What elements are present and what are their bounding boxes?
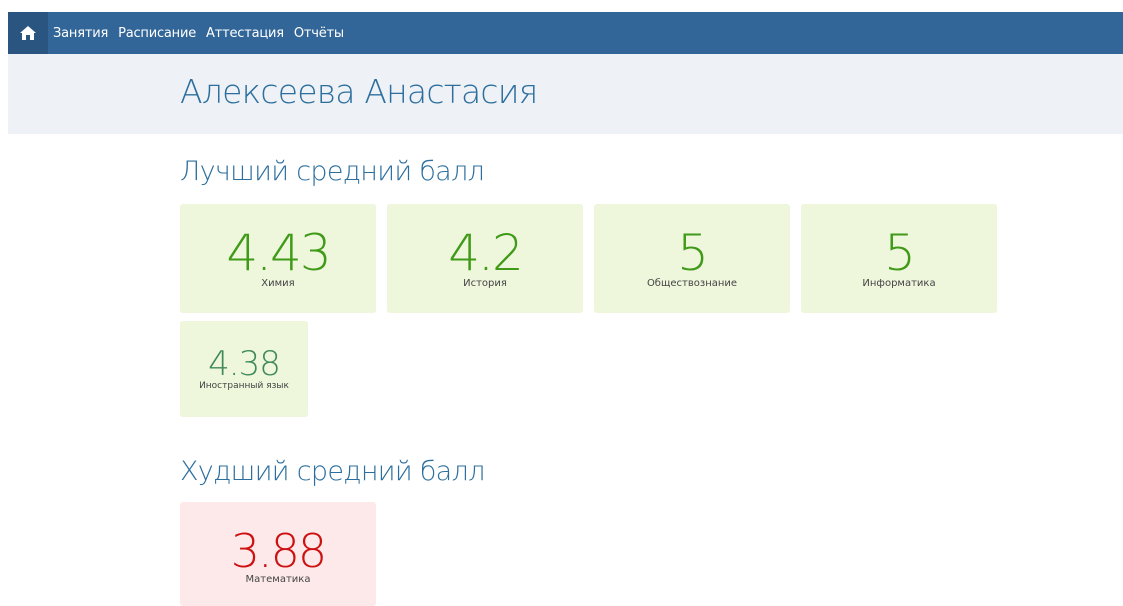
subject-label: Обществознание — [646, 278, 738, 289]
subject-label: Иностранный язык — [199, 381, 289, 391]
score-value: 5 — [677, 224, 709, 282]
subject-label: История — [463, 278, 507, 289]
best-card-foreign-language: 4.38 Иностранный язык — [180, 321, 308, 417]
score-value: 5 — [884, 224, 916, 282]
top-navbar: Занятия Расписание Аттестация Отчёты — [8, 12, 1123, 54]
worst-average-title: Худший средний балл — [180, 456, 485, 487]
subject-label: Химия — [261, 278, 295, 289]
score-value: 4.38 — [208, 344, 281, 384]
nav-schedule[interactable]: Расписание — [113, 12, 201, 54]
subject-label: Информатика — [862, 278, 936, 289]
best-card-informatics: 5 Информатика — [801, 204, 997, 313]
score-value: 3.88 — [230, 524, 327, 578]
student-name: Алексеева Анастасия — [180, 72, 538, 111]
best-card-chemistry: 4.43 Химия — [180, 204, 376, 313]
subject-label: Математика — [245, 574, 311, 585]
best-card-history: 4.2 История — [387, 204, 583, 313]
page-header: Алексеева Анастасия — [8, 54, 1123, 134]
home-button[interactable] — [8, 12, 48, 54]
score-value: 4.2 — [448, 224, 524, 282]
nav-lessons[interactable]: Занятия — [48, 12, 113, 54]
nav-reports[interactable]: Отчёты — [289, 12, 349, 54]
home-icon — [20, 26, 36, 40]
best-card-social-studies: 5 Обществознание — [594, 204, 790, 313]
score-value: 4.43 — [226, 224, 331, 282]
best-average-title: Лучший средний балл — [180, 156, 485, 187]
worst-card-math: 3.88 Математика — [180, 502, 376, 606]
nav-attestation[interactable]: Аттестация — [201, 12, 289, 54]
